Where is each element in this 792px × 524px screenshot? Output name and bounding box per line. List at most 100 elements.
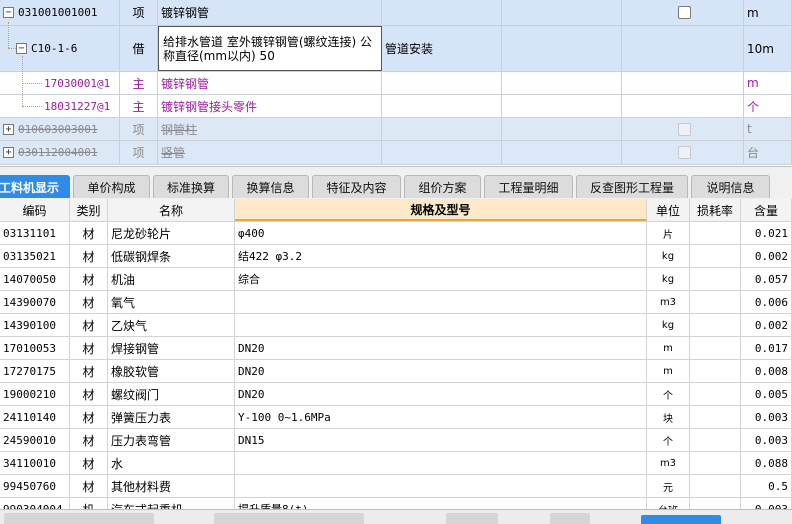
bottom-toolbar-item[interactable] xyxy=(550,513,590,524)
cell-name[interactable]: 水 xyxy=(108,452,235,474)
row-name[interactable]: 钢管柱 xyxy=(158,118,382,140)
row-name[interactable]: 镀锌钢管接头零件 xyxy=(158,95,382,117)
cell-name[interactable]: 其他材料费 xyxy=(108,475,235,497)
cell-name[interactable]: 弹簧压力表 xyxy=(108,406,235,428)
cell-spec[interactable] xyxy=(235,291,647,313)
cell-loss-rate[interactable] xyxy=(690,429,741,451)
cell-loss-rate[interactable] xyxy=(690,222,741,244)
tree-row-main-material[interactable]: 17030001@1 主 镀锌钢管 m xyxy=(0,72,792,95)
cell-quantity[interactable]: 0.008 xyxy=(741,360,792,382)
header-code[interactable]: 编码 xyxy=(0,199,70,221)
bottom-toolbar-item[interactable] xyxy=(214,513,364,524)
tree-row-bill-item-disabled[interactable]: + 010603003001 项 钢管柱 t xyxy=(0,118,792,141)
header-type[interactable]: 类别 xyxy=(70,199,108,221)
bottom-toolbar-item[interactable] xyxy=(4,513,154,524)
tab-standard-conversion[interactable]: 标准换算 xyxy=(153,175,229,198)
header-unit[interactable]: 单位 xyxy=(647,199,690,221)
cell-name[interactable]: 机油 xyxy=(108,268,235,290)
cell-quantity[interactable]: 0.006 xyxy=(741,291,792,313)
row-feature[interactable]: 管道安装 xyxy=(382,26,502,71)
cell-name[interactable]: 汽车式起重机 xyxy=(108,498,235,509)
header-spec[interactable]: 规格及型号 xyxy=(235,199,647,221)
tab-reverse-graphic-quantity[interactable]: 反查图形工程量 xyxy=(576,175,688,198)
row-expr[interactable] xyxy=(502,0,622,25)
cell-spec[interactable]: 综合 xyxy=(235,268,647,290)
cell-spec[interactable]: DN20 xyxy=(235,360,647,382)
cell-spec[interactable] xyxy=(235,475,647,497)
tree-row-bill-item-disabled[interactable]: + 030112004001 项 竖管 台 xyxy=(0,141,792,165)
cell-quantity[interactable]: 0.021 xyxy=(741,222,792,244)
tree-row-main-material[interactable]: 18031227@1 主 镀锌钢管接头零件 个 xyxy=(0,95,792,118)
tab-pricing-plan[interactable]: 组价方案 xyxy=(404,175,481,198)
table-row[interactable]: 990304004机汽车式起重机提升质量8(t)台班 0.003 xyxy=(0,498,792,509)
tree-row-bill-item[interactable]: − 031001001001 项 镀锌钢管 m xyxy=(0,0,792,26)
table-row[interactable]: 99450760 材其他材料费 元 0.5 xyxy=(0,475,792,498)
cell-quantity[interactable]: 0.002 xyxy=(741,245,792,267)
expand-icon[interactable]: + xyxy=(3,123,14,135)
cell-loss-rate[interactable] xyxy=(690,383,741,405)
header-loss-rate[interactable]: 损耗率 xyxy=(690,199,741,221)
table-row[interactable]: 24590010 材压力表弯管 DN15 个 0.003 xyxy=(0,429,792,452)
cell-name[interactable]: 低碳钢焊条 xyxy=(108,245,235,267)
cell-spec[interactable] xyxy=(235,452,647,474)
cell-loss-rate[interactable] xyxy=(690,498,741,509)
cell-loss-rate[interactable] xyxy=(690,452,741,474)
row-feature[interactable] xyxy=(382,72,502,94)
tab-unit-price-composition[interactable]: 单价构成 xyxy=(73,175,150,198)
header-quantity[interactable]: 含量 xyxy=(741,199,792,221)
resource-detail-table[interactable]: 编码 类别 名称 规格及型号 单位 损耗率 含量 03131101 材尼龙砂轮片 φ… xyxy=(0,199,792,509)
row-feature[interactable] xyxy=(382,95,502,117)
header-name[interactable]: 名称 xyxy=(108,199,235,221)
cell-spec[interactable]: Y-100 0~1.6MPa xyxy=(235,406,647,428)
cell-spec[interactable]: DN20 xyxy=(235,383,647,405)
cell-name[interactable]: 压力表弯管 xyxy=(108,429,235,451)
tree-row-quota[interactable]: − C10-1-6 借 给排水管道 室外镀锌钢管(螺纹连接) 公称直径(mm以内… xyxy=(0,26,792,72)
tab-quantity-details[interactable]: 工程量明细 xyxy=(484,175,573,198)
row-expr[interactable] xyxy=(502,141,622,164)
row-expr[interactable] xyxy=(502,26,622,71)
cell-loss-rate[interactable] xyxy=(690,268,741,290)
collapse-icon[interactable]: − xyxy=(16,43,27,54)
expand-icon[interactable]: + xyxy=(3,147,14,158)
row-name[interactable]: 镀锌钢管 xyxy=(158,72,382,94)
row-checkbox[interactable] xyxy=(677,146,691,159)
cell-loss-rate[interactable] xyxy=(690,314,741,336)
cell-quantity[interactable]: 0.002 xyxy=(741,314,792,336)
cell-quantity[interactable]: 0.5 xyxy=(741,475,792,497)
row-expr[interactable] xyxy=(502,72,622,94)
cell-loss-rate[interactable] xyxy=(690,291,741,313)
table-row[interactable]: 34110010 材水 m3 0.088 xyxy=(0,452,792,475)
cell-name[interactable]: 焊接钢管 xyxy=(108,337,235,359)
table-row[interactable]: 17270175 材橡胶软管 DN20 m 0.008 xyxy=(0,360,792,383)
cell-loss-rate[interactable] xyxy=(690,360,741,382)
cell-name[interactable]: 氧气 xyxy=(108,291,235,313)
cell-loss-rate[interactable] xyxy=(690,337,741,359)
cell-quantity[interactable]: 0.003 xyxy=(741,429,792,451)
cell-spec[interactable]: DN20 xyxy=(235,337,647,359)
cell-quantity[interactable]: 0.088 xyxy=(741,452,792,474)
cell-name[interactable]: 螺纹阀门 xyxy=(108,383,235,405)
table-row[interactable]: 14070050 材机油 综合 kg 0.057 xyxy=(0,268,792,291)
bottom-toolbar-primary-button[interactable] xyxy=(641,515,721,524)
collapse-icon[interactable]: − xyxy=(3,7,14,18)
cell-loss-rate[interactable] xyxy=(690,245,741,267)
tab-conversion-info[interactable]: 换算信息 xyxy=(232,175,309,198)
cell-spec[interactable]: φ400 xyxy=(235,222,647,244)
table-row[interactable]: 03131101 材尼龙砂轮片 φ400 片 0.021 xyxy=(0,222,792,245)
cell-spec[interactable]: 结422 φ3.2 xyxy=(235,245,647,267)
item-tree-grid[interactable]: − 031001001001 项 镀锌钢管 m − C10-1-6 借 给排水管… xyxy=(0,0,792,166)
cell-name[interactable]: 橡胶软管 xyxy=(108,360,235,382)
row-expr[interactable] xyxy=(502,95,622,117)
tab-features-content[interactable]: 特征及内容 xyxy=(312,175,401,198)
row-name[interactable]: 镀锌钢管 xyxy=(158,0,382,25)
cell-spec[interactable] xyxy=(235,314,647,336)
cell-quantity[interactable]: 0.005 xyxy=(741,383,792,405)
table-row[interactable]: 19000210 材螺纹阀门 DN20 个 0.005 xyxy=(0,383,792,406)
row-feature[interactable] xyxy=(382,118,502,140)
table-row[interactable]: 03135021 材低碳钢焊条 结422 φ3.2 kg 0.002 xyxy=(0,245,792,268)
cell-spec[interactable]: DN15 xyxy=(235,429,647,451)
cell-name[interactable]: 乙炔气 xyxy=(108,314,235,336)
cell-name[interactable]: 尼龙砂轮片 xyxy=(108,222,235,244)
bottom-toolbar-item[interactable] xyxy=(446,513,498,524)
table-row[interactable]: 14390100 材乙炔气 kg 0.002 xyxy=(0,314,792,337)
